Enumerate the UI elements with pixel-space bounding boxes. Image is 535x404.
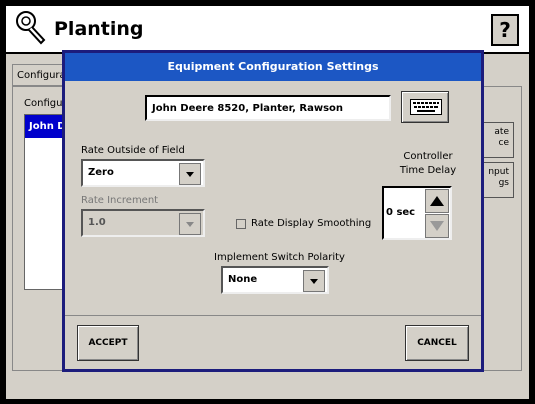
config-name-value: John Deere 8520, Planter, Rawson [152,103,344,114]
rate-outside-label: Rate Outside of Field [81,145,185,156]
increment-button[interactable] [425,189,449,213]
dropdown-arrow-icon [303,270,325,292]
app-title-bar: Planting ? [6,6,529,54]
controller-delay-value: 0 sec [386,207,416,218]
divider [65,315,481,316]
rate-increment-dropdown: 1.0 [81,209,205,237]
keyboard-button[interactable] [401,91,449,123]
polarity-label: Implement Switch Polarity [214,252,345,263]
rate-outside-value: Zero [88,167,114,178]
down-arrow-icon [430,221,444,231]
polarity-dropdown[interactable]: None [221,266,329,294]
polarity-value: None [228,274,258,285]
controller-label: Controller Time Delay [395,151,461,176]
list-item[interactable]: John D [25,115,67,138]
cancel-button[interactable]: CANCEL [405,325,469,361]
controller-label-line1: Controller [403,151,453,162]
accept-button[interactable]: ACCEPT [77,325,139,361]
controller-label-line2: Time Delay [399,165,457,176]
smoothing-label: Rate Display Smoothing [251,218,372,229]
help-button[interactable]: ? [491,14,519,46]
configuration-list-label: Configu [24,98,63,109]
rate-increment-value: 1.0 [88,217,106,228]
wrench-icon [16,11,46,45]
rate-increment-label: Rate Increment [81,195,159,206]
rate-outside-dropdown[interactable]: Zero [81,159,205,187]
app-title: Planting [54,18,144,40]
dropdown-arrow-icon [179,213,201,235]
dialog-title: Equipment Configuration Settings [65,53,481,81]
dropdown-arrow-icon [179,163,201,185]
keyboard-icon [410,99,442,115]
config-dialog: Equipment Configuration Settings John De… [62,50,484,372]
up-arrow-icon [430,196,444,206]
decrement-button[interactable] [425,214,449,238]
controller-delay-spinner[interactable]: 0 sec [382,186,452,240]
smoothing-checkbox[interactable] [236,219,246,229]
tab-configuration[interactable]: Configura [12,64,64,86]
config-name-field[interactable]: John Deere 8520, Planter, Rawson [145,95,391,121]
